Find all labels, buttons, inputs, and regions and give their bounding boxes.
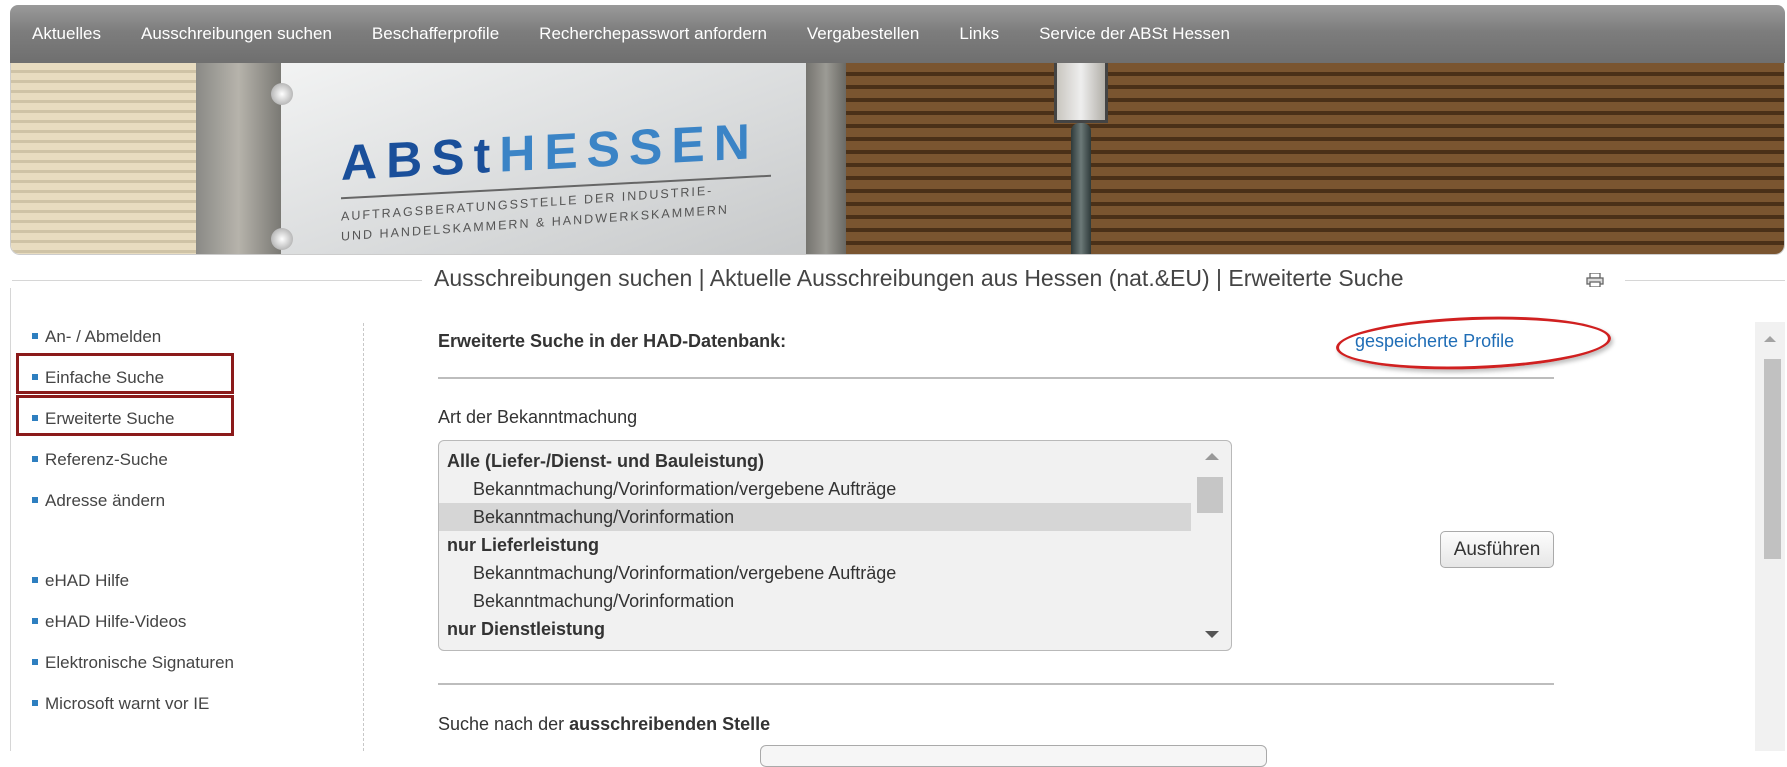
listbox-option-selected[interactable]: Bekanntmachung/Vorinformation bbox=[439, 503, 1191, 531]
listbox-option[interactable]: Alle (Liefer-/Dienst- und Bauleistung) bbox=[439, 447, 1191, 475]
annotation-circle bbox=[1335, 312, 1612, 374]
printer-icon[interactable] bbox=[1586, 273, 1604, 287]
sidebar-item-ehad-hilfe[interactable]: eHAD Hilfe bbox=[20, 560, 234, 601]
sign-bolt-icon bbox=[271, 83, 293, 105]
section-divider bbox=[438, 683, 1554, 685]
page-breadcrumb: Ausschreibungen suchen | Aktuelle Aussch… bbox=[434, 265, 1404, 291]
nav-aktuelles[interactable]: Aktuelles bbox=[32, 24, 101, 44]
nav-links[interactable]: Links bbox=[959, 24, 999, 44]
section-title: Erweiterte Suche in der HAD-Datenbank: bbox=[438, 331, 787, 351]
sidebar-help-menu: eHAD Hilfe eHAD Hilfe-Videos Elektronisc… bbox=[20, 560, 234, 724]
square-bullet-icon bbox=[32, 497, 38, 503]
listbox-scroll-thumb[interactable] bbox=[1197, 477, 1223, 513]
listbox-option[interactable]: Bekanntmachung/Vorinformation/vergebene … bbox=[439, 475, 1191, 503]
square-bullet-icon bbox=[32, 456, 38, 462]
square-bullet-icon bbox=[32, 659, 38, 665]
sidebar-item-adresse[interactable]: Adresse ändern bbox=[20, 480, 174, 521]
abst-sign: ABStHESSEN AUFTRAGSBERATUNGSSTELLE DER I… bbox=[271, 63, 806, 254]
sidebar-item-referenz-suche[interactable]: Referenz-Suche bbox=[20, 439, 174, 480]
art-der-bekanntmachung-label: Art der Bekanntmachung bbox=[438, 407, 638, 427]
nav-recherchepasswort[interactable]: Recherchepasswort anfordern bbox=[539, 24, 767, 44]
sidebar-item-signaturen[interactable]: Elektronische Signaturen bbox=[20, 642, 234, 683]
highlight-box-einfache-suche bbox=[16, 353, 234, 394]
square-bullet-icon bbox=[32, 333, 38, 339]
sidebar-border bbox=[10, 288, 11, 751]
listbox-option[interactable]: nur Dienstleistung bbox=[439, 615, 1191, 643]
sidebar-item-ie-warnung[interactable]: Microsoft warnt vor IE bbox=[20, 683, 234, 724]
page-scrollbar[interactable] bbox=[1755, 322, 1785, 751]
scroll-up-arrow-icon[interactable] bbox=[1764, 336, 1776, 342]
sidebar-divider bbox=[363, 323, 364, 751]
banner-wall-right bbox=[846, 63, 1784, 254]
listbox-option[interactable]: nur Lieferleistung bbox=[439, 531, 1191, 559]
nav-vergabestellen[interactable]: Vergabestellen bbox=[807, 24, 919, 44]
banner-pillar bbox=[806, 63, 846, 254]
sign-bolt-icon bbox=[271, 228, 293, 250]
heading-rule bbox=[1625, 280, 1785, 281]
square-bullet-icon bbox=[32, 700, 38, 706]
sidebar-item-anmelden[interactable]: An- / Abmelden bbox=[20, 316, 174, 357]
listbox-option[interactable]: Bekanntmachung/Vorinformation/vergebene … bbox=[439, 559, 1191, 587]
lamp-post-icon bbox=[1046, 63, 1116, 254]
listbox-scrollbar[interactable] bbox=[1197, 447, 1225, 644]
page-scroll-thumb[interactable] bbox=[1764, 359, 1781, 559]
nav-service[interactable]: Service der ABSt Hessen bbox=[1039, 24, 1230, 44]
header-banner: ABStHESSEN AUFTRAGSBERATUNGSSTELLE DER I… bbox=[10, 63, 1785, 255]
logo-subtitle: AUFTRAGSBERATUNGSSTELLE DER INDUSTRIE- U… bbox=[341, 183, 729, 244]
highlight-box-erweiterte-suche bbox=[16, 395, 234, 436]
banner-pillar bbox=[196, 63, 281, 254]
nav-ausschreibungen-suchen[interactable]: Ausschreibungen suchen bbox=[141, 24, 332, 44]
heading-rule bbox=[12, 280, 422, 281]
ausschreibende-stelle-label: Suche nach der ausschreibenden Stelle bbox=[438, 714, 771, 734]
ausfuehren-button[interactable]: Ausführen bbox=[1440, 531, 1554, 568]
bekanntmachung-listbox[interactable]: Alle (Liefer-/Dienst- und Bauleistung) B… bbox=[438, 440, 1232, 651]
square-bullet-icon bbox=[32, 577, 38, 583]
section-divider bbox=[438, 377, 1554, 379]
scroll-up-arrow-icon[interactable] bbox=[1205, 453, 1219, 460]
sidebar-item-ehad-videos[interactable]: eHAD Hilfe-Videos bbox=[20, 601, 234, 642]
square-bullet-icon bbox=[32, 618, 38, 624]
top-navigation: Aktuelles Ausschreibungen suchen Beschaf… bbox=[10, 5, 1785, 63]
listbox-option[interactable]: Bekanntmachung/Vorinformation bbox=[439, 587, 1191, 615]
scroll-down-arrow-icon[interactable] bbox=[1205, 631, 1219, 638]
ausschreibende-stelle-input[interactable] bbox=[760, 745, 1267, 767]
nav-beschafferprofile[interactable]: Beschafferprofile bbox=[372, 24, 499, 44]
